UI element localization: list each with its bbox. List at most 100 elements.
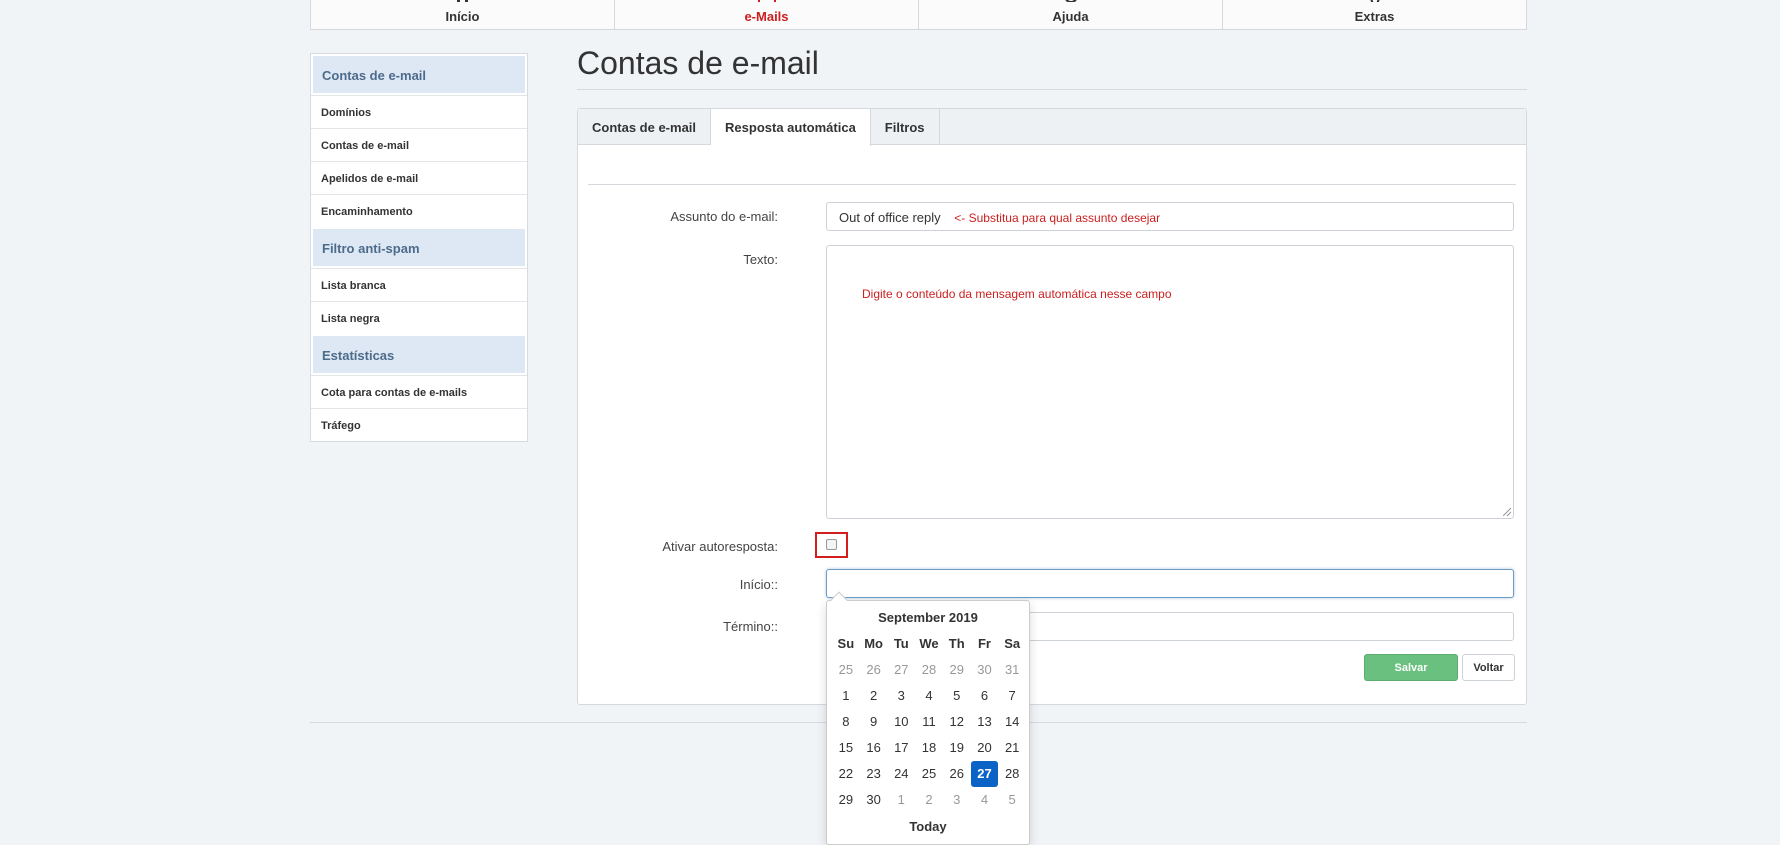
datepicker-day[interactable]: 5: [943, 683, 971, 709]
datepicker-week-row: 15 16 17 18 19 20 21: [832, 735, 1026, 761]
datepicker-day[interactable]: 14: [998, 709, 1026, 735]
sidebar-item-cota[interactable]: Cota para contas de e-mails: [311, 375, 527, 408]
datepicker-day[interactable]: 5: [998, 787, 1026, 813]
sidebar-item-lista-negra[interactable]: Lista negra: [311, 301, 527, 334]
subject-value: Out of office reply: [839, 210, 941, 225]
datepicker-day[interactable]: 26: [943, 761, 971, 787]
nav-item-inicio[interactable]: Início: [311, 0, 615, 29]
nav-label: Ajuda: [1052, 9, 1089, 24]
weekday-header: Tu: [893, 636, 909, 651]
text-annotation: Digite o conteúdo da mensagem automática…: [862, 287, 1172, 301]
message-textarea[interactable]: Digite o conteúdo da mensagem automática…: [826, 245, 1514, 519]
datepicker-day[interactable]: 13: [971, 709, 999, 735]
datepicker-day[interactable]: 1: [887, 787, 915, 813]
form-divider: [588, 184, 1516, 185]
sidebar-section-header[interactable]: Filtro anti-spam: [313, 229, 525, 266]
datepicker-day[interactable]: 10: [887, 709, 915, 735]
top-nav: Início e-Mails Ajuda Extras: [310, 0, 1527, 30]
datepicker-day[interactable]: 15: [832, 735, 860, 761]
datepicker-day[interactable]: 2: [915, 787, 943, 813]
datepicker-day[interactable]: 28: [998, 761, 1026, 787]
datepicker-weekday-row: Su Mo Tu We Th Fr Sa: [832, 631, 1026, 657]
weekday-header: Fr: [977, 636, 991, 651]
sidebar-item-trafego[interactable]: Tráfego: [311, 408, 527, 441]
extras-icon: [1365, 0, 1385, 2]
weekday-header: Su: [837, 636, 855, 651]
datepicker: September 2019 Su Mo Tu We Th Fr Sa 25 26 27 28 29 3…: [826, 591, 1030, 845]
help-icon: [1061, 0, 1081, 2]
tab-bar: Contas de e-mail Resposta automática Fil…: [578, 109, 1526, 146]
datepicker-day[interactable]: 21: [998, 735, 1026, 761]
subject-input[interactable]: Out of office reply <- Substitua para qu…: [826, 202, 1514, 231]
end-label: Término::: [723, 619, 778, 634]
nav-item-extras[interactable]: Extras: [1223, 0, 1526, 29]
subject-label: Assunto do e-mail:: [670, 209, 778, 224]
datepicker-day[interactable]: 29: [943, 657, 971, 683]
datepicker-day[interactable]: 2: [860, 683, 888, 709]
nav-label: Início: [445, 9, 480, 24]
nav-item-ajuda[interactable]: Ajuda: [919, 0, 1223, 29]
datepicker-day[interactable]: 12: [943, 709, 971, 735]
datepicker-day[interactable]: 4: [915, 683, 943, 709]
sidebar-item-lista-branca[interactable]: Lista branca: [311, 268, 527, 301]
tab-filtros[interactable]: Filtros: [871, 109, 940, 145]
datepicker-day[interactable]: 4: [971, 787, 999, 813]
title-divider: [577, 89, 1527, 90]
datepicker-week-row: 25 26 27 28 29 30 31: [832, 657, 1026, 683]
sidebar-item-dominios[interactable]: Domínios: [311, 95, 527, 128]
sidebar-item-apelidos[interactable]: Apelidos de e-mail: [311, 161, 527, 194]
sidebar-section-header[interactable]: Contas de e-mail: [313, 56, 525, 93]
datepicker-day[interactable]: 11: [915, 709, 943, 735]
start-date-input[interactable]: [826, 569, 1514, 598]
datepicker-day[interactable]: 18: [915, 735, 943, 761]
datepicker-day[interactable]: 29: [832, 787, 860, 813]
datepicker-day[interactable]: 19: [943, 735, 971, 761]
start-label: Início::: [739, 577, 778, 592]
weekday-header: Th: [948, 636, 965, 651]
datepicker-day[interactable]: 28: [915, 657, 943, 683]
datepicker-day[interactable]: 3: [943, 787, 971, 813]
datepicker-day[interactable]: 27: [887, 657, 915, 683]
sidebar-section-header[interactable]: Estatísticas: [313, 336, 525, 373]
datepicker-day[interactable]: 23: [860, 761, 888, 787]
datepicker-day[interactable]: 7: [998, 683, 1026, 709]
datepicker-week-row: 22 23 24 25 26 27 28: [832, 761, 1026, 787]
datepicker-day[interactable]: 20: [971, 735, 999, 761]
tab-resposta-automatica[interactable]: Resposta automática: [711, 109, 871, 146]
mail-icon: [757, 0, 777, 2]
datepicker-day[interactable]: 30: [971, 657, 999, 683]
datepicker-day[interactable]: 31: [998, 657, 1026, 683]
nav-label: Extras: [1354, 9, 1395, 24]
weekday-header: Mo: [864, 636, 883, 651]
datepicker-day[interactable]: 16: [860, 735, 888, 761]
datepicker-grid: Su Mo Tu We Th Fr Sa 25 26 27 28 29 30 31 1 2 3 4 5 6 7 8 9 10 1…: [832, 631, 1026, 813]
datepicker-day[interactable]: 25: [832, 657, 860, 683]
sidebar: Contas de e-mail Domínios Contas de e-ma…: [310, 53, 528, 442]
datepicker-week-row: 29 30 1 2 3 4 5: [832, 787, 1026, 813]
datepicker-day[interactable]: 1: [832, 683, 860, 709]
datepicker-week-row: 1234567: [832, 683, 1026, 709]
nav-item-emails[interactable]: e-Mails: [615, 0, 919, 29]
datepicker-day[interactable]: 8: [832, 709, 860, 735]
datepicker-day[interactable]: 17: [887, 735, 915, 761]
tab-contas[interactable]: Contas de e-mail: [578, 109, 712, 145]
save-button[interactable]: Salvar: [1364, 654, 1458, 681]
datepicker-day[interactable]: 22: [832, 761, 860, 787]
datepicker-day[interactable]: 9: [860, 709, 888, 735]
datepicker-today-button[interactable]: Today: [827, 819, 1029, 834]
datepicker-month-title[interactable]: September 2019: [827, 610, 1029, 625]
sidebar-item-contas[interactable]: Contas de e-mail: [311, 128, 527, 161]
datepicker-day-selected[interactable]: 27: [970, 761, 999, 787]
datepicker-day[interactable]: 24: [887, 761, 915, 787]
resize-handle[interactable]: [1503, 508, 1511, 516]
datepicker-day[interactable]: 26: [860, 657, 888, 683]
datepicker-day[interactable]: 3: [887, 683, 915, 709]
datepicker-day[interactable]: 25: [915, 761, 943, 787]
back-button[interactable]: Voltar: [1462, 654, 1515, 681]
datepicker-day[interactable]: 30: [860, 787, 888, 813]
activate-checkbox[interactable]: [826, 539, 837, 550]
sidebar-item-encaminhamento[interactable]: Encaminhamento: [311, 194, 527, 227]
home-icon: [453, 0, 473, 2]
weekday-header: We: [919, 636, 939, 651]
datepicker-day[interactable]: 6: [971, 683, 999, 709]
